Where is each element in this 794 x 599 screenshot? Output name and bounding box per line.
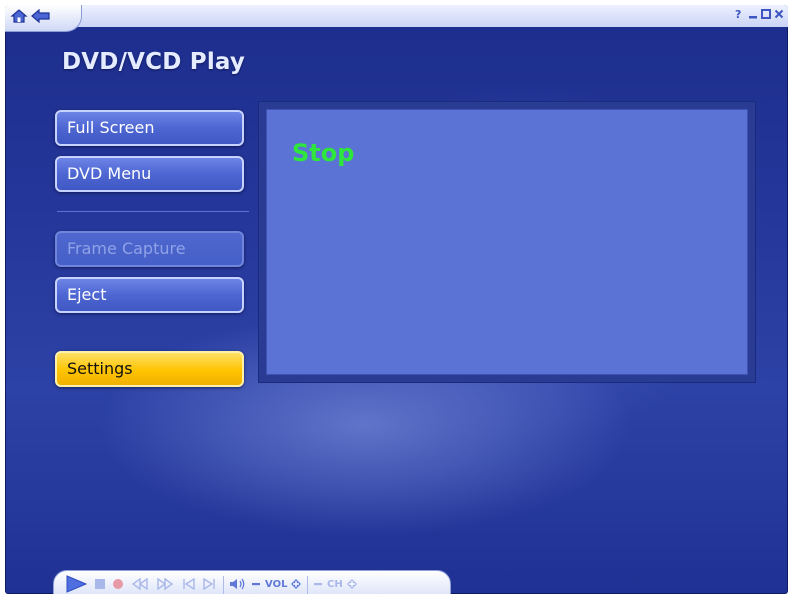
maximize-icon[interactable]	[759, 7, 773, 21]
channel-up-icon[interactable]	[345, 574, 359, 594]
video-display[interactable]: Stop	[259, 102, 755, 382]
title-bar	[5, 5, 788, 27]
transport-divider	[223, 576, 224, 594]
mute-icon[interactable]	[229, 574, 247, 594]
channel-label: CH	[327, 579, 343, 590]
rewind-icon[interactable]	[132, 574, 148, 594]
eject-button[interactable]: Eject	[55, 277, 244, 313]
stop-icon[interactable]	[93, 574, 107, 594]
transport-bar: VOL CH	[53, 570, 453, 594]
full-screen-button[interactable]: Full Screen	[55, 110, 244, 146]
home-icon[interactable]	[9, 8, 29, 24]
transport-divider	[307, 576, 308, 594]
back-arrow-icon[interactable]	[31, 8, 51, 24]
svg-text:?: ?	[735, 8, 741, 20]
previous-icon[interactable]	[182, 574, 196, 594]
dvd-menu-button[interactable]: DVD Menu	[55, 156, 244, 192]
menu-divider	[57, 211, 249, 212]
record-icon[interactable]	[111, 574, 125, 594]
help-icon[interactable]: ?	[732, 7, 746, 21]
next-icon[interactable]	[202, 574, 216, 594]
channel-down-icon[interactable]	[312, 574, 324, 594]
volume-up-icon[interactable]	[289, 574, 303, 594]
volume-label: VOL	[265, 579, 288, 590]
playback-status: Stop	[292, 139, 355, 167]
page-title: DVD/VCD Play	[62, 49, 246, 75]
fast-forward-icon[interactable]	[157, 574, 173, 594]
play-icon[interactable]	[63, 574, 89, 594]
media-center-window: ? DVD/VCD Play Full Screen DVD Menu Fram…	[5, 5, 788, 594]
nav-tab	[5, 5, 82, 32]
frame-capture-button[interactable]: Frame Capture	[55, 231, 244, 267]
minimize-icon[interactable]	[746, 7, 760, 21]
close-icon[interactable]	[772, 7, 786, 21]
volume-down-icon[interactable]	[250, 574, 262, 594]
settings-button[interactable]: Settings	[55, 351, 244, 387]
